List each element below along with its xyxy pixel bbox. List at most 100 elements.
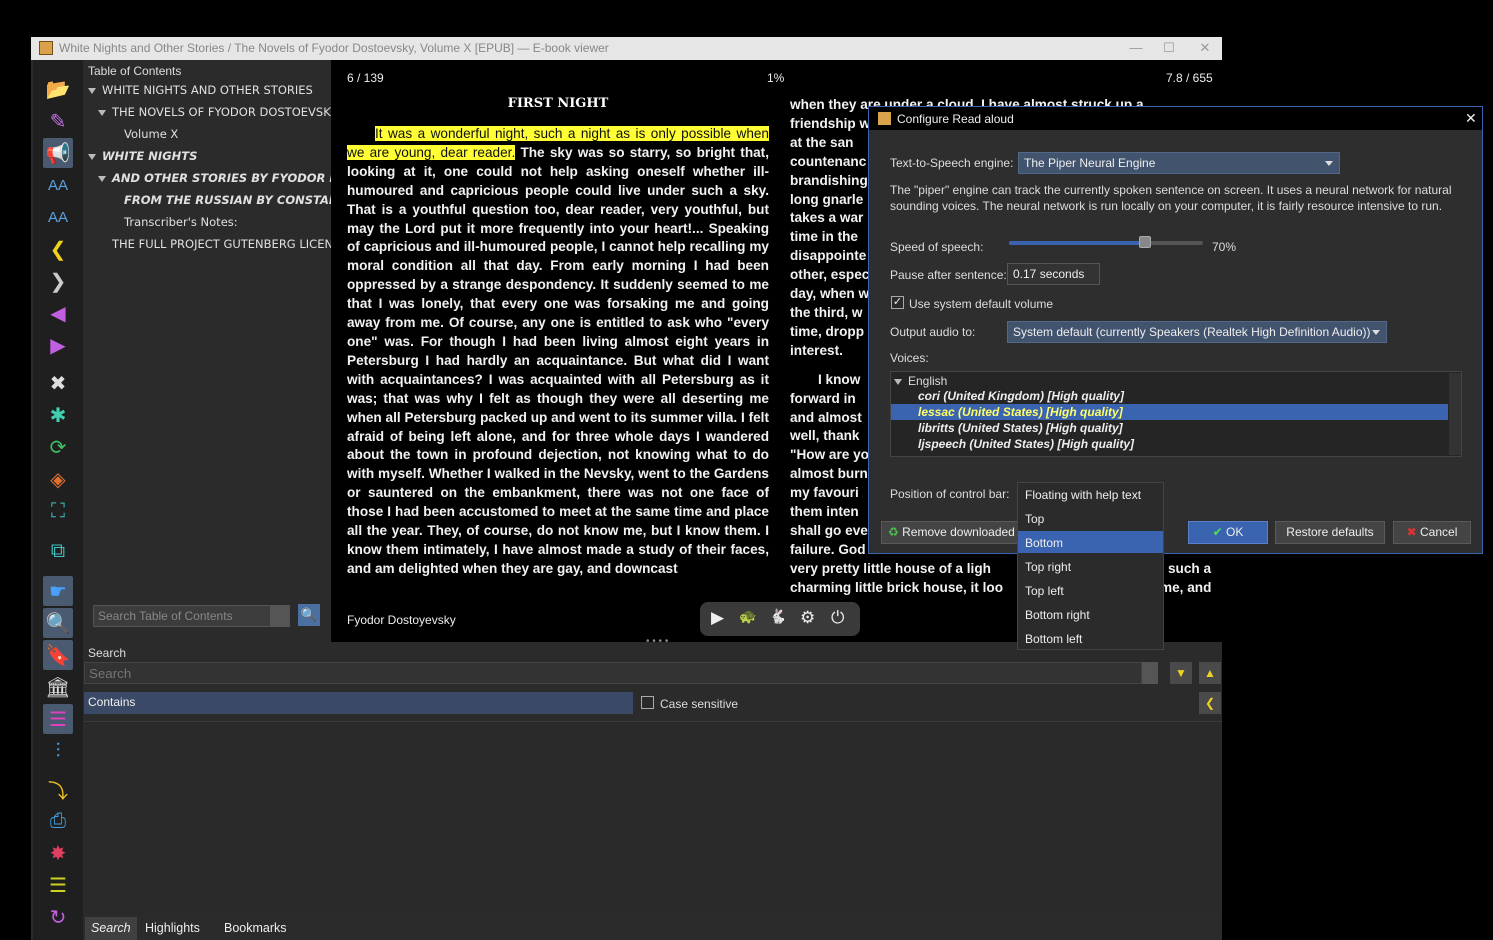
fullscreen-icon[interactable]: ⛶ <box>43 496 73 526</box>
toc-search-dropdown[interactable] <box>271 605 290 627</box>
undo-icon[interactable]: ↻ <box>43 902 73 932</box>
configure-icon[interactable]: ⚙ <box>800 608 815 628</box>
stop-icon[interactable]: ⏻ <box>831 608 844 628</box>
menu-item-top-right[interactable]: Top right <box>1025 560 1071 574</box>
search-input[interactable] <box>84 662 1142 684</box>
remove-downloaded-button[interactable]: ♻ Remove downloaded <box>881 521 1021 544</box>
speed-slider-fill <box>1009 241 1145 245</box>
cancel-button[interactable]: ✖ Cancel <box>1393 521 1471 544</box>
menu-item-bottom[interactable]: Bottom <box>1025 536 1063 550</box>
close-window-button[interactable]: ✕ <box>1190 39 1220 57</box>
search-mode-value: Contains <box>88 695 136 709</box>
lookup-icon[interactable]: ✱ <box>43 400 73 430</box>
search-mode-select[interactable]: Contains <box>84 692 633 714</box>
voice-item-selected[interactable]: lessac (United States) [High quality] <box>918 405 1123 419</box>
dialog-title: Configure Read aloud <box>897 112 1014 126</box>
copy-icon[interactable]: ⧉ <box>43 536 73 566</box>
menu-item-top[interactable]: Top <box>1025 512 1044 526</box>
system-volume-label: Use system default volume <box>909 297 1054 311</box>
toc-item[interactable]: WHITE NIGHTS AND OTHER STORIES <box>88 83 313 97</box>
right-tail-2: me, and <box>1160 580 1212 595</box>
back-icon[interactable]: ❮ <box>43 234 73 264</box>
forward-icon[interactable]: ❯ <box>43 266 73 296</box>
chapter-title: FIRST NIGHT <box>507 96 609 111</box>
voices-scrollbar[interactable] <box>1449 373 1461 455</box>
toc-item[interactable]: THE FULL PROJECT GUTENBERG LICENSE <box>112 237 348 251</box>
dialog-close-button[interactable]: ✕ <box>1465 110 1477 127</box>
engine-select[interactable]: The Piper Neural Engine <box>1018 152 1340 174</box>
speed-value: 70% <box>1212 240 1237 254</box>
next-result-icon[interactable]: ▼ <box>1170 662 1192 684</box>
play-icon[interactable]: ▶ <box>711 608 724 628</box>
ok-button[interactable]: ✔ OK <box>1188 521 1268 544</box>
recycle-icon: ♻ <box>888 525 899 539</box>
faster-icon[interactable]: 🐇 <box>769 608 786 625</box>
edit-icon[interactable]: ✎ <box>43 106 73 136</box>
menu-item-floating[interactable]: Floating with help text <box>1025 488 1141 502</box>
maximize-button[interactable]: ☐ <box>1154 39 1184 57</box>
position-label: Position of control bar: <box>890 487 1010 501</box>
reload-icon[interactable]: ⟳ <box>43 432 73 462</box>
highlights-icon[interactable]: ☰ <box>43 704 73 734</box>
debug-icon[interactable]: ✸ <box>43 838 73 868</box>
search-history-dropdown[interactable] <box>1142 662 1158 684</box>
metadata-icon[interactable]: ⫶ <box>43 736 73 766</box>
minimize-button[interactable]: — <box>1121 39 1151 57</box>
tab-search[interactable]: Search <box>85 917 137 940</box>
left-toolbar: 📂 ✎ 📢 AA AA ❮ ❯ ◀ ▶ ✖ ✱ ⟳ ◈ ⛶ ⧉ ☛ 🔍 🔖 🏛 … <box>33 60 83 940</box>
inspector-icon[interactable]: ◈ <box>43 464 73 494</box>
next-section-icon[interactable]: ▶ <box>43 330 73 360</box>
voice-item[interactable]: cori (United Kingdom) [High quality] <box>918 389 1124 403</box>
toggle-toolbar-icon[interactable]: ☰ <box>43 870 73 900</box>
bookmark-icon[interactable]: 🔖 <box>43 640 73 670</box>
toc-icon[interactable]: ☛ <box>43 576 73 606</box>
previous-result-icon[interactable]: ▲ <box>1199 662 1221 684</box>
voice-item[interactable]: ljspeech (United States) [High quality] <box>918 437 1134 451</box>
search-panel-header: Search <box>88 646 127 660</box>
search-icon[interactable]: 🔍 <box>43 608 73 638</box>
output-select[interactable]: System default (currently Speakers (Real… <box>1007 321 1387 343</box>
font-larger-icon[interactable]: AA <box>43 170 73 200</box>
toc-panel: Table of Contents <box>84 60 330 642</box>
toc-item[interactable]: Transcriber's Notes: <box>124 215 238 229</box>
toc-item[interactable]: FROM THE RUSSIAN BY CONSTAN... <box>124 193 352 207</box>
dialog-app-icon <box>878 112 891 125</box>
goto-icon[interactable]: ⤵ <box>43 774 73 804</box>
print-icon[interactable]: ⎙ <box>43 806 73 836</box>
restore-defaults-button[interactable]: Restore defaults <box>1275 521 1385 544</box>
tab-bookmarks[interactable]: Bookmarks <box>218 917 293 940</box>
title-bar: White Nights and Other Stories / The Nov… <box>31 37 1222 60</box>
system-volume-checkbox[interactable]: ✓ <box>891 296 904 309</box>
reference-icon[interactable]: 🏛 <box>43 672 73 702</box>
case-sensitive-label: Case sensitive <box>660 697 739 711</box>
window-title: White Nights and Other Stories / The Nov… <box>59 41 609 55</box>
open-book-icon[interactable]: 📂 <box>43 74 73 104</box>
voice-item[interactable]: libritts (United States) [High quality] <box>918 421 1123 435</box>
tab-highlights[interactable]: Highlights <box>139 917 206 940</box>
engine-description: The "piper" engine can track the current… <box>890 183 1452 213</box>
output-label: Output audio to: <box>890 325 976 339</box>
menu-item-bottom-right[interactable]: Bottom right <box>1025 608 1090 622</box>
slower-icon[interactable]: 🐢 <box>739 608 756 625</box>
font-smaller-icon[interactable]: AA <box>43 202 73 232</box>
toc-search-icon[interactable]: 🔍 <box>298 604 320 626</box>
menu-item-bottom-left[interactable]: Bottom left <box>1025 632 1082 646</box>
previous-section-icon[interactable]: ◀ <box>43 298 73 328</box>
toc-item[interactable]: WHITE NIGHTS <box>88 149 197 163</box>
dialog-title-bar: Configure Read aloud ✕ <box>868 106 1483 130</box>
search-results <box>84 721 1222 915</box>
case-sensitive-checkbox[interactable] <box>641 696 654 709</box>
collapse-search-icon[interactable]: ❮ <box>1199 692 1221 714</box>
preferences-icon[interactable]: ✖ <box>43 368 73 398</box>
voices-label: Voices: <box>890 351 929 365</box>
read-aloud-icon[interactable]: 📢 <box>43 138 73 168</box>
author-footer: Fyodor Dostoyevsky <box>347 613 456 627</box>
menu-item-top-left[interactable]: Top left <box>1025 584 1064 598</box>
toc-item[interactable]: Volume X <box>124 127 178 141</box>
speed-slider-handle[interactable] <box>1139 236 1151 248</box>
toc-item[interactable]: THE NOVELS OF FYODOR DOSTOEVSKY <box>98 105 337 119</box>
toc-search-input[interactable]: Search Table of Contents <box>93 605 271 627</box>
toc-item[interactable]: AND OTHER STORIES BY FYODOR D... <box>98 171 352 185</box>
pause-spinbox[interactable]: 0.17 seconds <box>1007 263 1100 285</box>
voice-group-english[interactable]: English <box>894 374 947 388</box>
